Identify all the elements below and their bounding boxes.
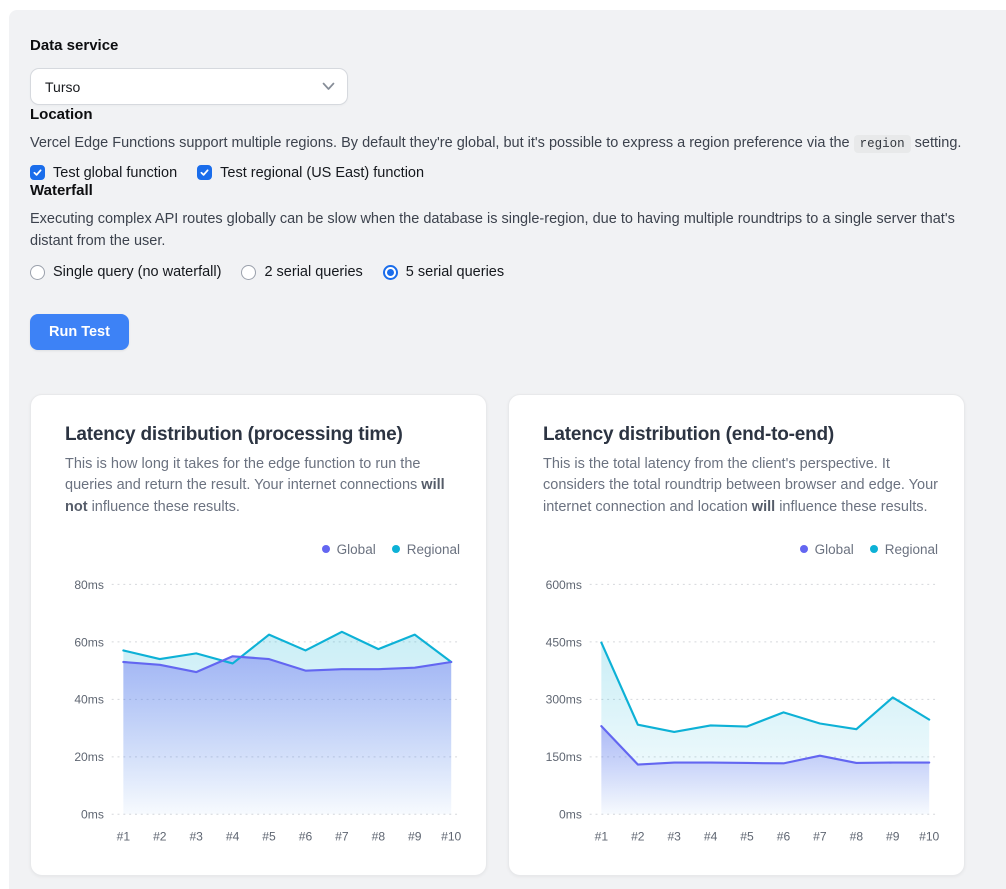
svg-text:#6: #6 [777, 829, 791, 843]
data-service-select[interactable]: Turso [30, 68, 348, 105]
e2e-card-title: Latency distribution (end-to-end) [543, 423, 940, 447]
svg-text:#10: #10 [919, 829, 939, 843]
legend-item-global: Global [322, 542, 376, 557]
region-code-chip: region [854, 135, 911, 153]
legend-label: Global [337, 542, 376, 557]
charts-row: Latency distribution (processing time) T… [30, 394, 986, 876]
radio-5-serial-queries[interactable]: 5 serial queries [383, 264, 504, 280]
waterfall-description: Executing complex API routes globally ca… [30, 209, 982, 253]
svg-text:#3: #3 [189, 829, 203, 843]
svg-text:#10: #10 [441, 829, 461, 843]
e2e-desc-bold: will [752, 499, 775, 515]
svg-text:600ms: 600ms [546, 578, 582, 592]
svg-text:20ms: 20ms [74, 750, 104, 764]
regional-legend-dot-icon [392, 545, 400, 553]
waterfall-heading: Waterfall [30, 181, 986, 201]
svg-text:#3: #3 [667, 829, 681, 843]
svg-text:#7: #7 [335, 829, 349, 843]
svg-text:#5: #5 [262, 829, 276, 843]
svg-text:0ms: 0ms [81, 808, 104, 822]
legend-label: Regional [407, 542, 460, 557]
radio-label: 2 serial queries [264, 264, 362, 280]
data-service-selected-value: Turso [45, 79, 80, 95]
latency-test-panel: Data service Turso Location Vercel Edge … [9, 10, 1006, 889]
legend-item-global: Global [800, 542, 854, 557]
svg-text:#1: #1 [117, 829, 131, 843]
radio-single-query-no-waterfall[interactable]: Single query (no waterfall) [30, 264, 221, 280]
legend-item-regional: Regional [392, 542, 460, 557]
svg-text:#5: #5 [740, 829, 754, 843]
legend-item-regional: Regional [870, 542, 938, 557]
checkbox-checked-icon [30, 165, 45, 180]
checkbox-test-regional-us-east-function[interactable]: Test regional (US East) function [197, 165, 424, 181]
global-legend-dot-icon [800, 545, 808, 553]
svg-text:0ms: 0ms [559, 808, 582, 822]
legend-label: Global [815, 542, 854, 557]
svg-text:#7: #7 [813, 829, 827, 843]
e2e-chart-legend: Global Regional [543, 542, 940, 557]
processing-desc-text: This is how long it takes for the edge f… [65, 456, 421, 493]
svg-text:#2: #2 [631, 829, 645, 843]
svg-text:#9: #9 [886, 829, 900, 843]
radio-label: 5 serial queries [406, 264, 504, 280]
svg-text:40ms: 40ms [74, 693, 104, 707]
svg-text:#4: #4 [226, 829, 240, 843]
radio-unselected-icon [241, 265, 256, 280]
svg-text:#1: #1 [595, 829, 609, 843]
svg-text:#9: #9 [408, 829, 422, 843]
processing-card-description: This is how long it takes for the edge f… [65, 454, 463, 518]
svg-text:#8: #8 [850, 829, 864, 843]
processing-desc-suffix: influence these results. [88, 499, 240, 515]
location-description: Vercel Edge Functions support multiple r… [30, 133, 986, 155]
chevron-down-icon [322, 82, 335, 91]
e2e-latency-chart: 600ms 450ms 300ms 150ms 0ms #1 #2 #3 #4 #5 #6 #7 #8 #… [543, 565, 941, 856]
svg-text:80ms: 80ms [74, 578, 104, 592]
processing-card-title: Latency distribution (processing time) [65, 423, 462, 447]
regional-legend-dot-icon [870, 545, 878, 553]
svg-text:60ms: 60ms [74, 635, 104, 649]
svg-text:#2: #2 [153, 829, 167, 843]
data-service-heading: Data service [30, 36, 986, 56]
e2e-card-description: This is the total latency from the clien… [543, 454, 941, 518]
latency-end-to-end-card: Latency distribution (end-to-end) This i… [508, 394, 965, 876]
global-legend-dot-icon [322, 545, 330, 553]
radio-selected-icon [383, 265, 398, 280]
legend-label: Regional [885, 542, 938, 557]
radio-label: Single query (no waterfall) [53, 264, 221, 280]
svg-text:450ms: 450ms [546, 635, 582, 649]
latency-processing-card: Latency distribution (processing time) T… [30, 394, 487, 876]
radio-unselected-icon [30, 265, 45, 280]
location-checkbox-group: Test global function Test regional (US Ea… [30, 165, 986, 181]
checkbox-checked-icon [197, 165, 212, 180]
svg-text:#4: #4 [704, 829, 718, 843]
checkbox-label: Test regional (US East) function [220, 165, 424, 181]
run-test-button[interactable]: Run Test [30, 314, 129, 350]
processing-chart-legend: Global Regional [65, 542, 462, 557]
location-description-suffix: setting. [911, 135, 962, 151]
e2e-desc-suffix: influence these results. [775, 499, 927, 515]
svg-text:#6: #6 [299, 829, 313, 843]
radio-2-serial-queries[interactable]: 2 serial queries [241, 264, 362, 280]
checkbox-label: Test global function [53, 165, 177, 181]
svg-text:150ms: 150ms [546, 750, 582, 764]
checkbox-test-global-function[interactable]: Test global function [30, 165, 177, 181]
processing-latency-chart: 80ms 60ms 40ms 20ms 0ms #1 #2 #3 #4 #5 #6 #7 #8 #9 #10 [65, 565, 463, 856]
waterfall-radio-group: Single query (no waterfall) 2 serial quer… [30, 264, 986, 280]
location-heading: Location [30, 105, 986, 125]
svg-text:300ms: 300ms [546, 693, 582, 707]
location-description-text: Vercel Edge Functions support multiple r… [30, 135, 854, 151]
svg-text:#8: #8 [372, 829, 386, 843]
